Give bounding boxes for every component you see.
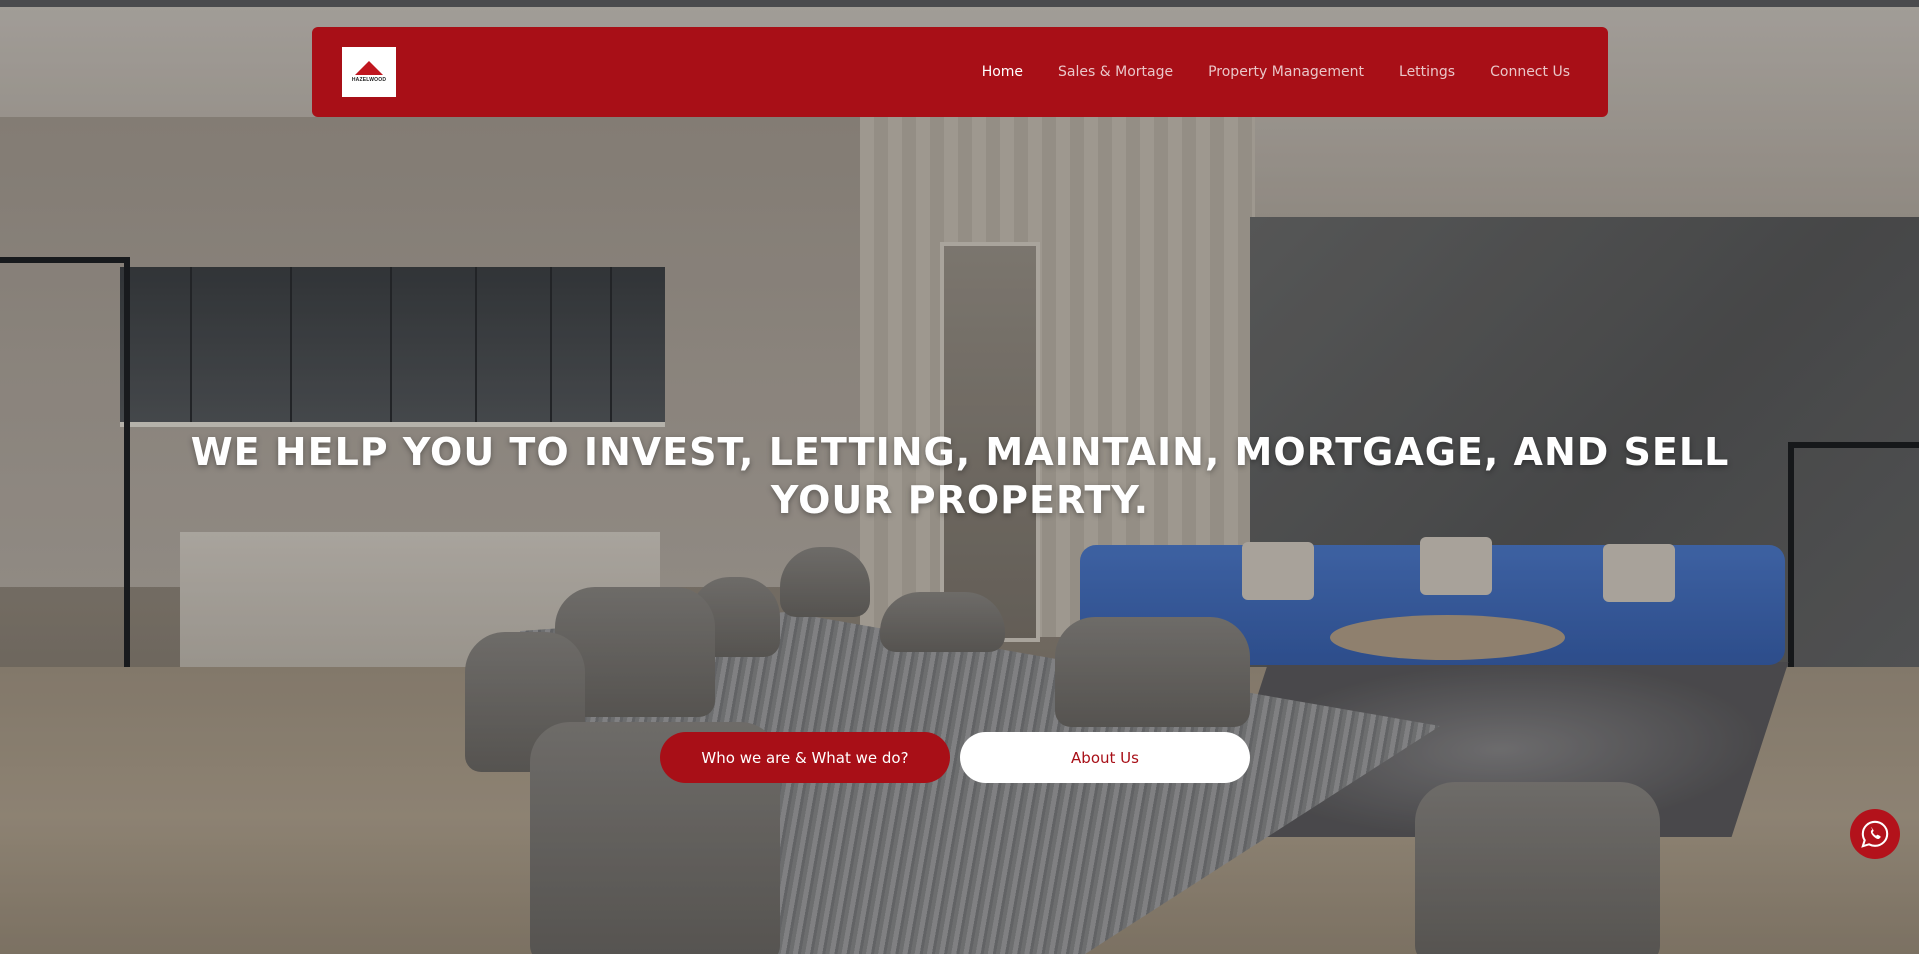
nav-item-property-management[interactable]: Property Management: [1208, 64, 1364, 80]
logo[interactable]: HAZELWOOD: [342, 47, 396, 97]
nav-item-home[interactable]: Home: [982, 64, 1023, 80]
logo-text: HAZELWOOD: [351, 77, 387, 83]
navbar: HAZELWOOD Home Sales & Mortage Property …: [312, 27, 1608, 117]
nav-item-connect-us[interactable]: Connect Us: [1490, 64, 1570, 80]
hero-headline-line-2: YOUR PROPERTY.: [770, 478, 1150, 522]
whatsapp-icon: [1861, 820, 1889, 848]
hero-headline-line-1: WE HELP YOU TO INVEST, LETTING, MAINTAIN…: [190, 430, 1730, 474]
nav-links: Home Sales & Mortage Property Management…: [982, 64, 1570, 80]
nav-item-lettings[interactable]: Lettings: [1399, 64, 1455, 80]
nav-item-sales-mortage[interactable]: Sales & Mortage: [1058, 64, 1173, 80]
browser-top-strip: [0, 0, 1919, 7]
who-we-are-button[interactable]: Who we are & What we do?: [660, 732, 950, 783]
hero-headline: WE HELP YOU TO INVEST, LETTING, MAINTAIN…: [180, 428, 1740, 524]
about-us-button[interactable]: About Us: [960, 732, 1250, 783]
logo-house-icon: [355, 61, 383, 75]
whatsapp-button[interactable]: [1850, 809, 1900, 859]
